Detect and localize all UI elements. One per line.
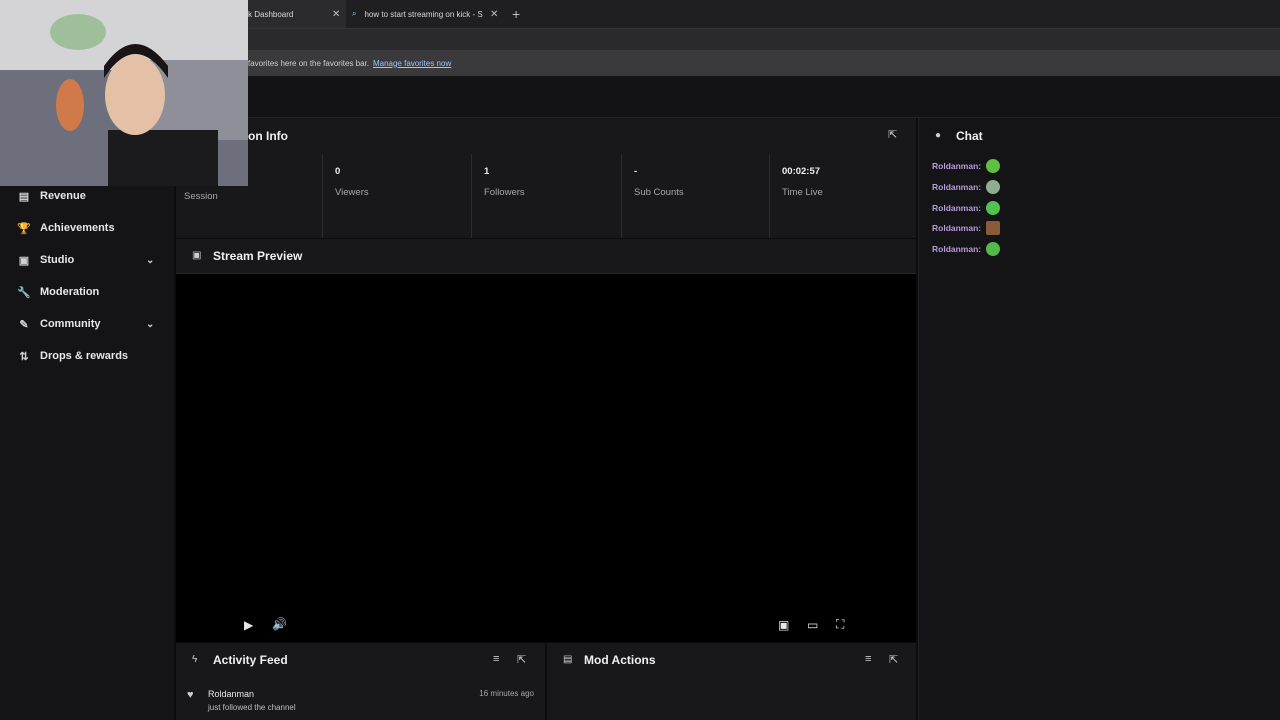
community-icon: ✎ — [19, 318, 29, 331]
activity-feed-panel: ϟ Activity Feed ≡ ⇱ ♥ Roldanman just fol… — [176, 643, 545, 720]
webcam-overlay — [0, 0, 248, 186]
heart-icon: ♥ — [187, 689, 194, 701]
sidebar: ▤ Revenue 🏆 Achievements ▣ Studio ⌄ 🔧 Mo… — [0, 118, 174, 720]
stream-preview-header: ▣ Stream Preview — [176, 239, 916, 274]
favorites-bar-text: favorites here on the favorites bar. — [248, 58, 369, 68]
search-icon: ⌕ — [352, 9, 357, 18]
filter-icon[interactable]: ≡ — [865, 653, 871, 665]
volume-icon[interactable]: 🔊 — [272, 617, 287, 631]
mod-actions-panel: ▤ Mod Actions ≡ ⇱ — [547, 643, 916, 720]
close-icon[interactable]: ✕ — [490, 9, 498, 20]
chat-icon: ● — [935, 130, 942, 141]
new-tab-button[interactable]: + — [512, 6, 520, 22]
webcam-image — [0, 0, 248, 186]
sidebar-item-moderation[interactable]: 🔧 Moderation — [0, 278, 174, 306]
stat-value: 0 — [335, 166, 341, 177]
emote-icon — [986, 159, 1001, 173]
chevron-down-icon[interactable]: ⌄ — [146, 255, 154, 266]
tab-kick-dashboard[interactable]: k Dashboard ✕ — [248, 0, 346, 28]
chat-username[interactable]: Roldanman: — [932, 203, 981, 213]
play-icon[interactable]: ▶ — [244, 618, 253, 632]
chat-message: Roldanman: — [932, 220, 1001, 236]
chat-username[interactable]: Roldanman: — [932, 223, 981, 233]
panel-title: Mod Actions — [584, 653, 656, 667]
sidebar-item-label: Achievements — [40, 222, 115, 234]
sidebar-item-label: Moderation — [40, 286, 100, 298]
sidebar-item-label: Community — [40, 318, 101, 330]
sidebar-item-achievements[interactable]: 🏆 Achievements — [0, 214, 174, 242]
sidebar-item-community[interactable]: ✎ Community ⌄ — [0, 310, 174, 338]
filter-icon[interactable]: ≡ — [493, 653, 499, 665]
stat-value: - — [634, 166, 638, 177]
theater-mode-icon[interactable]: ▭ — [807, 618, 818, 632]
stat-value: 1 — [484, 166, 490, 177]
chat-message: Roldanman: — [932, 241, 1001, 257]
chat-message: Roldanman: — [932, 200, 1001, 216]
stream-preview-video[interactable]: ▶ 🔊 ▣ ▭ ⛶ — [176, 274, 916, 642]
panel-title: Stream Preview — [213, 249, 303, 263]
tab-title: k Dashboard — [248, 9, 294, 19]
trophy-icon: 🏆 — [17, 222, 31, 235]
emote-icon — [986, 201, 1001, 215]
stat-value: 00:02:57 — [782, 166, 821, 177]
sidebar-item-label: Drops & rewards — [40, 350, 129, 362]
popout-icon[interactable]: ⇱ — [888, 128, 897, 141]
gift-icon: ⇅ — [19, 350, 29, 363]
feed-action: just followed the channel — [208, 703, 296, 712]
list-item: ♥ Roldanman just followed the channel 16… — [176, 683, 545, 720]
sidebar-item-studio[interactable]: ▣ Studio ⌄ — [0, 246, 174, 274]
sidebar-item-label: Studio — [40, 254, 75, 266]
chat-panel: ● Chat Roldanman: Roldanman: Roldanman: … — [918, 118, 1280, 720]
chat-username[interactable]: Roldanman: — [932, 161, 981, 171]
wrench-icon: 🔧 — [17, 286, 31, 299]
stat-label: Session — [184, 191, 218, 202]
sidebar-item-drops-rewards[interactable]: ⇅ Drops & rewards — [0, 342, 174, 370]
chevron-down-icon[interactable]: ⌄ — [146, 319, 154, 330]
emote-icon — [986, 221, 1001, 235]
chat-message: Roldanman: — [932, 179, 1001, 195]
panel-title: Activity Feed — [213, 653, 288, 667]
manage-favorites-link[interactable]: Manage favorites now — [373, 59, 451, 68]
emote-icon — [986, 242, 1001, 256]
mini-player-icon[interactable]: ▣ — [778, 618, 789, 632]
preview-icon: ▣ — [192, 250, 202, 261]
tab-search[interactable]: ⌕ how to start streaming on kick - S ✕ — [346, 0, 506, 28]
emote-icon — [986, 180, 1001, 194]
lightning-icon: ϟ — [192, 654, 198, 665]
stat-followers: 1 Followers — [471, 154, 621, 238]
panel-title: Chat — [956, 129, 983, 143]
tab-title: how to start streaming on kick - S — [364, 9, 483, 19]
studio-icon: ▣ — [18, 254, 30, 267]
document-icon: ▤ — [563, 654, 573, 665]
stat-label: Sub Counts — [634, 187, 684, 198]
revenue-icon: ▤ — [18, 190, 30, 203]
fullscreen-icon[interactable]: ⛶ — [836, 617, 844, 632]
chat-username[interactable]: Roldanman: — [932, 182, 981, 192]
feed-user: Roldanman — [208, 689, 255, 699]
stat-viewers: 0 Viewers — [322, 154, 471, 238]
popout-icon[interactable]: ⇱ — [889, 653, 898, 666]
panel-title: on Info — [248, 129, 288, 143]
sidebar-item-label: Revenue — [40, 190, 86, 202]
session-info-panel: on Info ⇱ Session 0 Viewers 1 Followers … — [176, 118, 916, 238]
stat-label: Time Live — [782, 187, 823, 198]
stat-sub-counts: - Sub Counts — [621, 154, 769, 238]
chat-message: Roldanman: — [932, 158, 1001, 174]
popout-icon[interactable]: ⇱ — [517, 653, 526, 666]
sidebar-item-revenue[interactable]: ▤ Revenue — [0, 182, 174, 210]
stat-time-live: 00:02:57 Time Live — [769, 154, 916, 238]
feed-time: 16 minutes ago — [479, 689, 534, 698]
chat-username[interactable]: Roldanman: — [932, 244, 981, 254]
stat-label: Followers — [484, 187, 525, 198]
close-icon[interactable]: ✕ — [332, 9, 340, 20]
stat-label: Viewers — [335, 187, 369, 198]
